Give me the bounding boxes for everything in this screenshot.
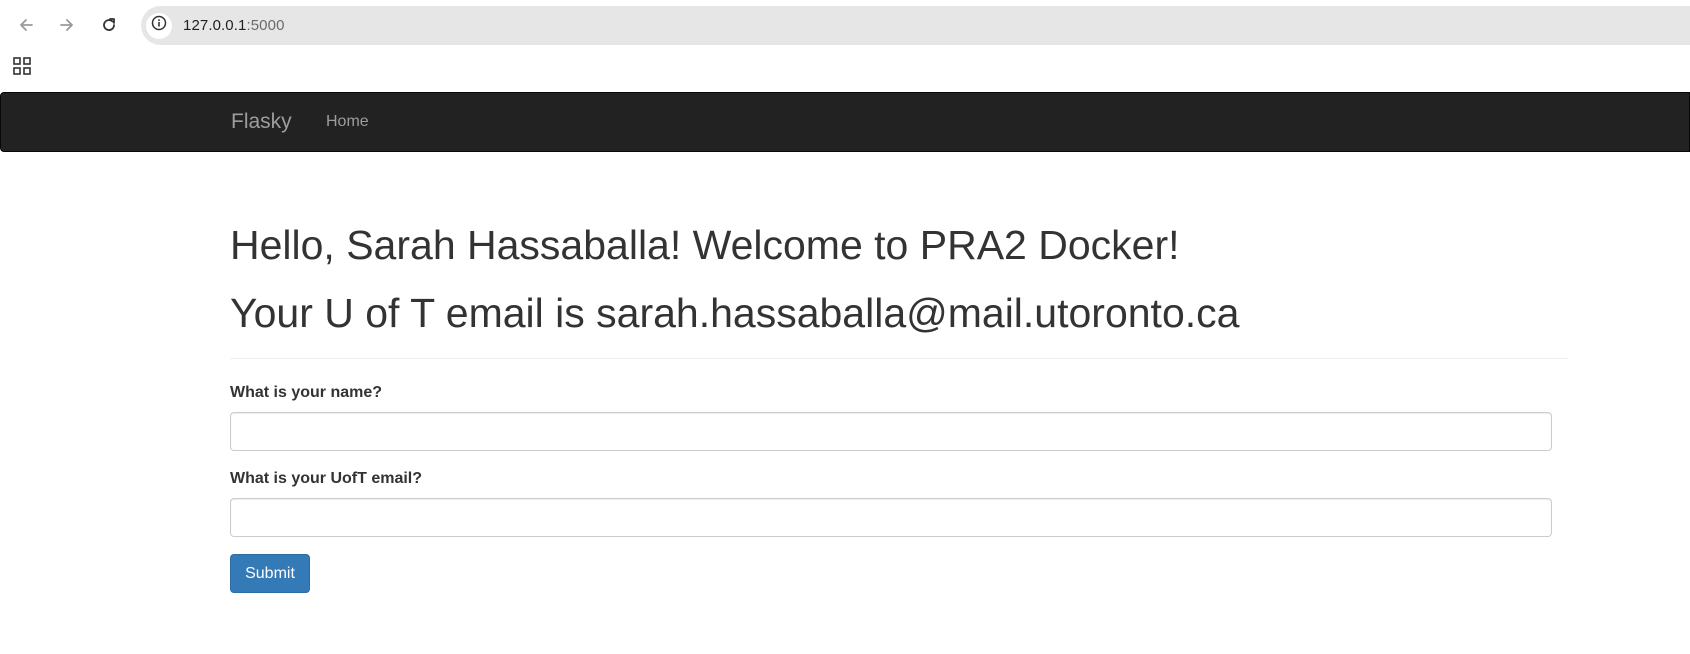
browser-toolbar: 127.0.0.1:5000 (0, 0, 1690, 92)
greeting-heading: Hello, Sarah Hassaballa! Welcome to PRA2… (230, 222, 1180, 268)
email-heading: Your U of T email is sarah.hassaballa@ma… (230, 290, 1240, 336)
reload-icon (100, 16, 118, 34)
email-input[interactable] (230, 498, 1552, 537)
name-input[interactable] (230, 412, 1552, 451)
nav-link-home[interactable]: Home (326, 93, 369, 151)
arrow-left-icon (17, 16, 35, 34)
back-button[interactable] (10, 9, 42, 41)
info-icon (151, 15, 167, 36)
email-label: What is your UofT email? (230, 470, 423, 487)
address-bar[interactable]: 127.0.0.1:5000 (141, 6, 1690, 45)
apps-grid-icon (13, 56, 31, 80)
apps-button[interactable] (10, 56, 34, 80)
navbar: Flasky Home (0, 92, 1690, 152)
site-info-button[interactable] (146, 12, 172, 39)
url-host: 127.0.0.1 (183, 17, 247, 34)
navbar-brand[interactable]: Flasky (231, 93, 292, 151)
name-label: What is your name? (230, 384, 383, 401)
forward-button[interactable] (51, 9, 83, 41)
header-divider (230, 358, 1568, 359)
url-port: :5000 (246, 17, 285, 34)
url-text: 127.0.0.1:5000 (183, 17, 285, 34)
reload-button[interactable] (93, 9, 125, 41)
submit-button[interactable]: Submit (230, 554, 310, 593)
arrow-right-icon (58, 16, 76, 34)
